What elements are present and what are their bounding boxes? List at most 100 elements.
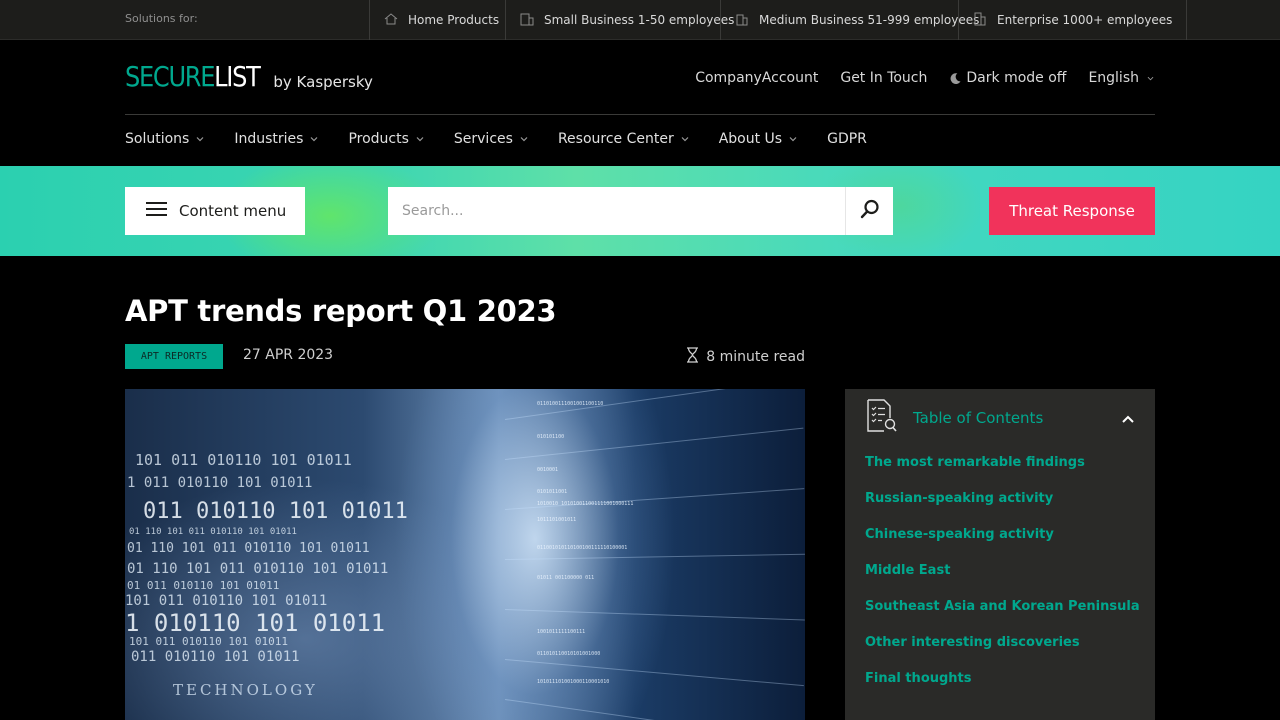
home-icon (384, 12, 398, 29)
toc-item[interactable]: Other interesting discoveries (865, 635, 1140, 671)
article-date: 27 APR 2023 (243, 347, 334, 363)
light-streak (504, 609, 805, 621)
moon-icon (949, 72, 962, 85)
hourglass-icon (686, 347, 699, 367)
nav-item-products[interactable]: Products (348, 131, 424, 147)
chevron-down-icon (681, 131, 689, 147)
header-divider (125, 114, 1155, 115)
solution-label: Medium Business 51-999 employees (759, 13, 980, 27)
binary-text: 010101100 (537, 434, 565, 440)
document-search-icon (865, 398, 897, 438)
binary-text: 01 110 101 011 010110 101 01011 (127, 541, 370, 556)
content-menu-button[interactable]: Content menu (125, 187, 305, 235)
nav-item-about-us[interactable]: About Us (719, 131, 797, 147)
article-hero-image: 101 011 010110 101 01011 1 011 010110 10… (125, 389, 805, 720)
solution-enterprise[interactable]: Enterprise 1000+ employees (958, 0, 1188, 40)
binary-text: 101 011 010110 101 01011 (125, 593, 328, 609)
chevron-down-icon (416, 131, 424, 147)
chevron-down-icon (310, 131, 318, 147)
nav-item-gdpr[interactable]: GDPR (827, 131, 867, 147)
toc-list: The most remarkable findings Russian-spe… (865, 455, 1140, 707)
binary-text: 011001010110100100111110100001 (537, 545, 628, 551)
toc-item[interactable]: The most remarkable findings (865, 455, 1140, 491)
chevron-down-icon (196, 131, 204, 147)
chevron-down-icon (1143, 74, 1155, 83)
hero-caption: TECHNOLOGY (173, 681, 318, 699)
binary-text: 1001011111100111 (537, 629, 586, 635)
toc-item[interactable]: Middle East (865, 563, 1140, 599)
logo-by-kaspersky: by Kaspersky (273, 73, 373, 91)
nav-item-label: Products (348, 131, 409, 147)
nav-item-solutions[interactable]: Solutions (125, 131, 204, 147)
chevron-down-icon (789, 131, 797, 147)
binary-text: 01 011 010110 101 01011 (127, 579, 280, 592)
nav-item-services[interactable]: Services (454, 131, 528, 147)
toc-item[interactable]: Final thoughts (865, 671, 1140, 707)
read-time: 8 minute read (686, 347, 805, 367)
binary-text: 101 011 010110 101 01011 (129, 635, 288, 648)
search-input[interactable] (388, 187, 845, 235)
light-streak (504, 427, 804, 460)
category-tag[interactable]: APT REPORTS (125, 344, 223, 369)
toc-item[interactable]: Russian-speaking activity (865, 491, 1140, 527)
table-of-contents: Table of Contents The most remarkable fi… (845, 389, 1155, 720)
binary-text: 1011101001011 (537, 517, 577, 523)
binary-text: 01 110 101 011 010110 101 01011 (127, 561, 389, 577)
solution-label: Small Business 1-50 employees (544, 13, 735, 27)
header-links: CompanyAccount Get In Touch Dark mode of… (695, 70, 1155, 86)
language-label: English (1088, 70, 1139, 86)
solution-label: Home Products (408, 13, 500, 27)
solution-label: Enterprise 1000+ employees (997, 13, 1173, 27)
building-small-icon (520, 12, 534, 29)
binary-text: 0101011001 (537, 489, 568, 495)
chevron-up-icon[interactable] (1121, 411, 1135, 425)
toc-item[interactable]: Chinese-speaking activity (865, 527, 1140, 563)
nav-item-label: Industries (234, 131, 304, 147)
building-large-icon (973, 12, 987, 29)
nav-item-label: Services (453, 131, 513, 147)
solutions-label: Solutions for: (125, 12, 198, 25)
solution-medium-business[interactable]: Medium Business 51-999 employees (720, 0, 993, 40)
content-menu-label: Content menu (179, 202, 287, 220)
nav-item-label: About Us (718, 131, 783, 147)
solution-home-products[interactable]: Home Products (369, 0, 513, 40)
nav-item-label: GDPR (827, 131, 867, 147)
binary-text: 0110100111001001100110 (537, 401, 604, 407)
nav-item-label: Solutions (125, 131, 190, 147)
nav-item-industries[interactable]: Industries (234, 131, 318, 147)
search-box (388, 187, 893, 235)
toc-header[interactable]: Table of Contents (865, 399, 1135, 437)
binary-text: 101 011 010110 101 01011 (135, 451, 352, 469)
binary-text: 101011101001000110001010 (537, 679, 610, 685)
hamburger-icon (146, 201, 167, 221)
dark-mode-label: Dark mode off (966, 70, 1067, 86)
nav-item-resource-center[interactable]: Resource Center (558, 131, 689, 147)
threat-response-button[interactable]: Threat Response (989, 187, 1155, 235)
logo-wordmark: SECURELIST (125, 60, 261, 93)
toc-item[interactable]: Southeast Asia and Korean Peninsula (865, 599, 1140, 635)
article-title: APT trends report Q1 2023 (125, 294, 557, 328)
get-in-touch-link[interactable]: Get In Touch (840, 70, 927, 86)
read-time-label: 8 minute read (706, 349, 805, 365)
dark-mode-toggle[interactable]: Dark mode off (949, 70, 1066, 86)
solutions-bar: Solutions for: Home Products Small Busin… (0, 0, 1280, 40)
solution-small-business[interactable]: Small Business 1-50 employees (505, 0, 748, 40)
chevron-down-icon (520, 131, 528, 147)
main-nav: Solutions Industries Products Services R… (125, 131, 867, 147)
building-medium-icon (735, 12, 749, 29)
language-select[interactable]: English (1088, 70, 1155, 86)
securelist-logo[interactable]: SECURELIST by Kaspersky (125, 62, 373, 92)
binary-text: 1 010110 101 01011 (125, 609, 386, 637)
nav-item-label: Resource Center (557, 131, 674, 147)
binary-text: 011 010110 101 01011 (131, 649, 300, 665)
binary-text: 011010110010101001000 (537, 651, 601, 657)
toc-title: Table of Contents (913, 409, 1044, 427)
binary-text: 0010001 (537, 467, 559, 473)
binary-text: 1 011 010110 101 01011 (127, 475, 313, 491)
light-streak (504, 553, 805, 560)
search-button[interactable] (845, 187, 893, 235)
binary-text: 01 110 101 011 010110 101 01011 (129, 527, 297, 537)
search-icon (860, 199, 880, 223)
company-account-link[interactable]: CompanyAccount (695, 70, 818, 86)
binary-text: 011 010110 101 01011 (143, 499, 408, 524)
